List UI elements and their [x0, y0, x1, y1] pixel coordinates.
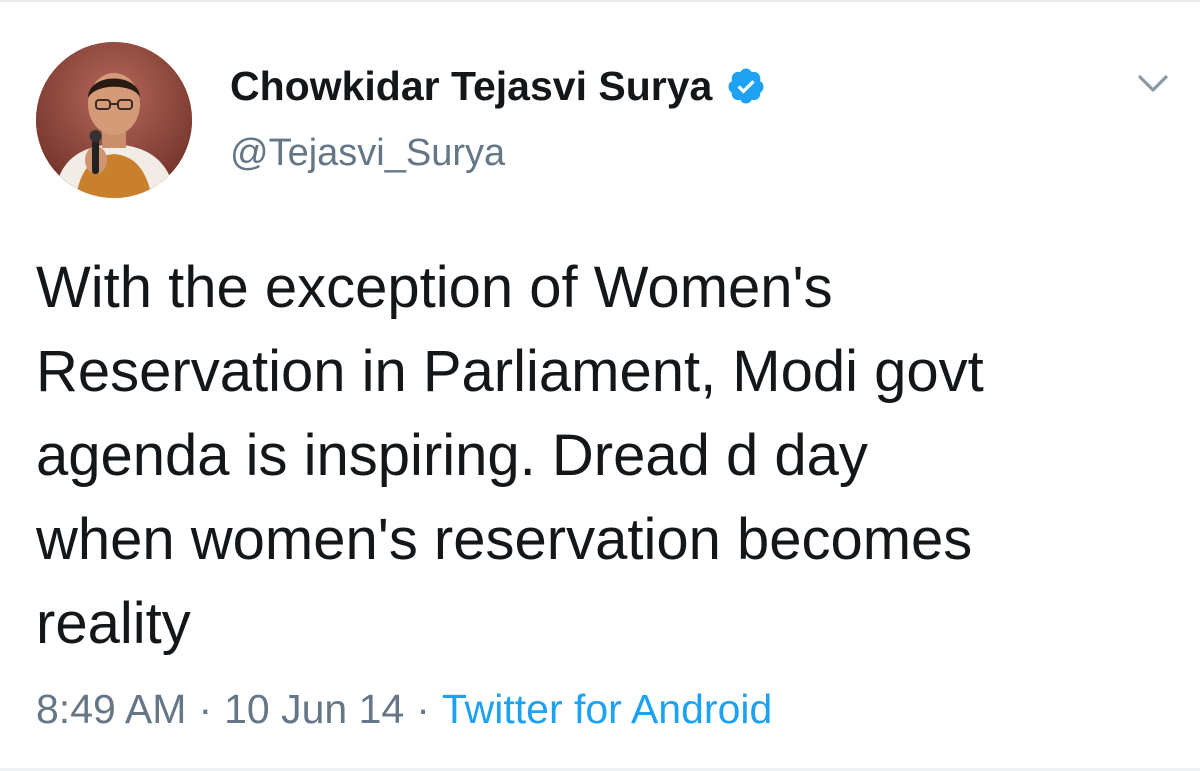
- author-handle[interactable]: @Tejasvi_Surya: [230, 132, 505, 175]
- tweet-card: Chowkidar Tejasvi Surya @Tejasvi_Surya W…: [0, 0, 1200, 771]
- meta-separator: ·: [416, 686, 430, 732]
- tweet-source-link[interactable]: Twitter for Android: [442, 686, 772, 733]
- avatar-photo: [36, 42, 192, 198]
- tweet-time[interactable]: 8:49 AM: [36, 686, 186, 733]
- meta-separator: ·: [198, 686, 213, 732]
- author-display-name[interactable]: Chowkidar Tejasvi Surya: [230, 63, 712, 110]
- tweet-meta: 8:49 AM · 10 Jun 14 · Twitter for Androi…: [36, 686, 772, 733]
- author-name-row[interactable]: Chowkidar Tejasvi Surya: [230, 58, 766, 114]
- chevron-down-icon[interactable]: [1134, 68, 1172, 98]
- tweet-text: With the exception of Women's Reservatio…: [36, 255, 984, 656]
- verified-badge-icon: [726, 66, 766, 106]
- top-divider: [0, 0, 1200, 2]
- avatar[interactable]: [36, 42, 192, 198]
- tweet-date[interactable]: 10 Jun 14: [224, 686, 404, 733]
